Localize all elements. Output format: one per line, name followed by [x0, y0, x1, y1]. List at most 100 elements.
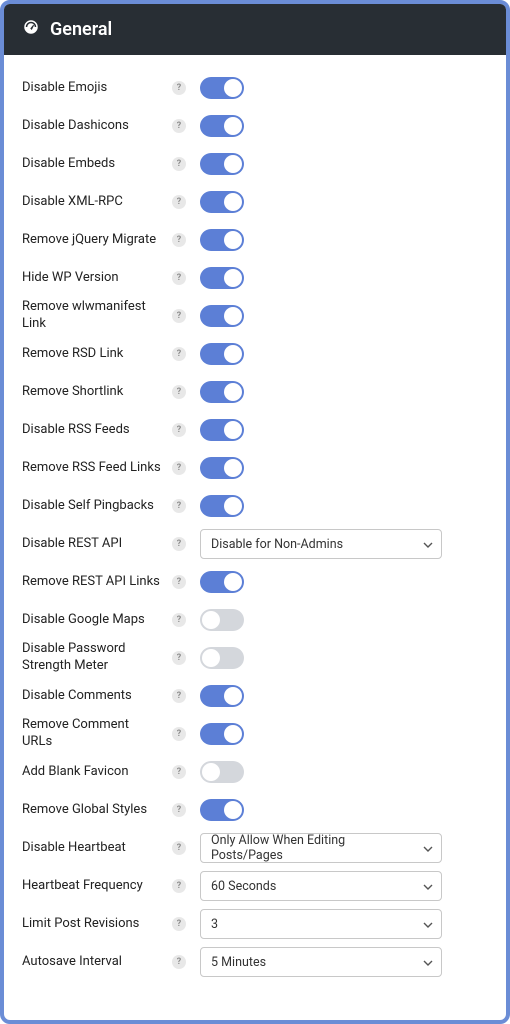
setting-row-disable-password-strength: Disable Password Strength Meter? [22, 639, 488, 677]
dashboard-icon [22, 18, 40, 41]
setting-control [200, 191, 488, 213]
help-icon[interactable]: ? [172, 613, 186, 627]
toggle-knob [202, 763, 220, 781]
setting-label: Disable Emojis [22, 80, 172, 97]
setting-row-disable-dashicons: Disable Dashicons? [22, 107, 488, 145]
setting-row-remove-jquery-migrate: Remove jQuery Migrate? [22, 221, 488, 259]
select-value: Disable for Non-Admins [211, 537, 343, 552]
setting-control [200, 495, 488, 517]
help-icon[interactable]: ? [172, 347, 186, 361]
disable-rss-feeds-toggle[interactable] [200, 419, 244, 441]
help-icon[interactable]: ? [172, 689, 186, 703]
setting-control [200, 267, 488, 289]
setting-control [200, 723, 488, 745]
setting-control [200, 343, 488, 365]
toggle-knob [224, 79, 242, 97]
help-icon[interactable]: ? [172, 461, 186, 475]
help-icon[interactable]: ? [172, 499, 186, 513]
setting-label: Disable REST API [22, 536, 172, 553]
remove-jquery-migrate-toggle[interactable] [200, 229, 244, 251]
disable-emojis-toggle[interactable] [200, 77, 244, 99]
disable-password-strength-toggle[interactable] [200, 647, 244, 669]
setting-row-heartbeat-frequency: Heartbeat Frequency? 60 Seconds [22, 867, 488, 905]
toggle-knob [224, 193, 242, 211]
help-icon[interactable]: ? [172, 385, 186, 399]
help-icon[interactable]: ? [172, 195, 186, 209]
setting-row-limit-post-revisions: Limit Post Revisions?3 [22, 905, 488, 943]
help-icon[interactable]: ? [172, 309, 186, 323]
setting-control [200, 799, 488, 821]
help-icon[interactable]: ? [172, 765, 186, 779]
setting-label: Add Blank Favicon [22, 764, 172, 781]
setting-row-disable-rss-feeds: Disable RSS Feeds? [22, 411, 488, 449]
remove-rsd-link-toggle[interactable] [200, 343, 244, 365]
help-icon[interactable]: ? [172, 423, 186, 437]
setting-row-remove-shortlink: Remove Shortlink? [22, 373, 488, 411]
remove-rest-api-links-toggle[interactable] [200, 571, 244, 593]
setting-control [200, 685, 488, 707]
select-value: 3 [211, 917, 218, 932]
remove-comment-urls-toggle[interactable] [200, 723, 244, 745]
help-icon[interactable]: ? [172, 955, 186, 969]
disable-rest-api-select[interactable]: Disable for Non-Admins [200, 529, 442, 559]
disable-self-pingbacks-toggle[interactable] [200, 495, 244, 517]
setting-label: Disable Google Maps [22, 612, 172, 629]
help-icon[interactable]: ? [172, 575, 186, 589]
setting-control [200, 229, 488, 251]
help-icon[interactable]: ? [172, 727, 186, 741]
remove-wlwmanifest-link-toggle[interactable] [200, 305, 244, 327]
limit-post-revisions-select[interactable]: 3 [200, 909, 442, 939]
setting-control [200, 457, 488, 479]
setting-label: Heartbeat Frequency [22, 878, 172, 895]
disable-google-maps-toggle[interactable] [200, 609, 244, 631]
help-icon[interactable]: ? [172, 81, 186, 95]
setting-row-disable-embeds: Disable Embeds? [22, 145, 488, 183]
help-icon[interactable]: ? [172, 651, 186, 665]
setting-label: Autosave Interval [22, 954, 172, 971]
setting-label: Remove RSD Link [22, 346, 172, 363]
setting-row-disable-google-maps: Disable Google Maps? [22, 601, 488, 639]
disable-xml-rpc-toggle[interactable] [200, 191, 244, 213]
setting-label: Disable XML-RPC [22, 194, 172, 211]
setting-row-remove-rss-feed-links: Remove RSS Feed Links? [22, 449, 488, 487]
disable-comments-toggle[interactable] [200, 685, 244, 707]
disable-heartbeat-select[interactable]: Only Allow When Editing Posts/Pages [200, 833, 442, 863]
toggle-knob [224, 155, 242, 173]
setting-control [200, 761, 488, 783]
setting-label: Remove Shortlink [22, 384, 172, 401]
remove-rss-feed-links-toggle[interactable] [200, 457, 244, 479]
toggle-knob [224, 307, 242, 325]
setting-row-disable-rest-api: Disable REST API? Disable for Non-Admins [22, 525, 488, 563]
setting-label: Disable Embeds [22, 156, 172, 173]
toggle-knob [224, 117, 242, 135]
autosave-interval-select[interactable]: 5 Minutes [200, 947, 442, 977]
help-icon[interactable]: ? [172, 537, 186, 551]
setting-control: 60 Seconds [200, 871, 488, 901]
remove-global-styles-toggle[interactable] [200, 799, 244, 821]
help-icon[interactable]: ? [172, 157, 186, 171]
chevron-down-icon [423, 881, 433, 891]
hide-wp-version-toggle[interactable] [200, 267, 244, 289]
heartbeat-frequency-select[interactable]: 60 Seconds [200, 871, 442, 901]
toggle-knob [224, 383, 242, 401]
chevron-down-icon [423, 539, 433, 549]
help-icon[interactable]: ? [172, 917, 186, 931]
setting-label: Remove wlwmanifest Link [22, 299, 172, 333]
help-icon[interactable]: ? [172, 119, 186, 133]
select-value: 60 Seconds [211, 879, 276, 894]
disable-dashicons-toggle[interactable] [200, 115, 244, 137]
setting-control [200, 571, 488, 593]
add-blank-favicon-toggle[interactable] [200, 761, 244, 783]
setting-label: Disable Dashicons [22, 118, 172, 135]
help-icon[interactable]: ? [172, 271, 186, 285]
setting-row-hide-wp-version: Hide WP Version? [22, 259, 488, 297]
help-icon[interactable]: ? [172, 803, 186, 817]
disable-embeds-toggle[interactable] [200, 153, 244, 175]
setting-label: Remove jQuery Migrate [22, 232, 172, 249]
toggle-knob [224, 725, 242, 743]
toggle-knob [224, 421, 242, 439]
remove-shortlink-toggle[interactable] [200, 381, 244, 403]
help-icon[interactable]: ? [172, 879, 186, 893]
help-icon[interactable]: ? [172, 841, 186, 855]
help-icon[interactable]: ? [172, 233, 186, 247]
